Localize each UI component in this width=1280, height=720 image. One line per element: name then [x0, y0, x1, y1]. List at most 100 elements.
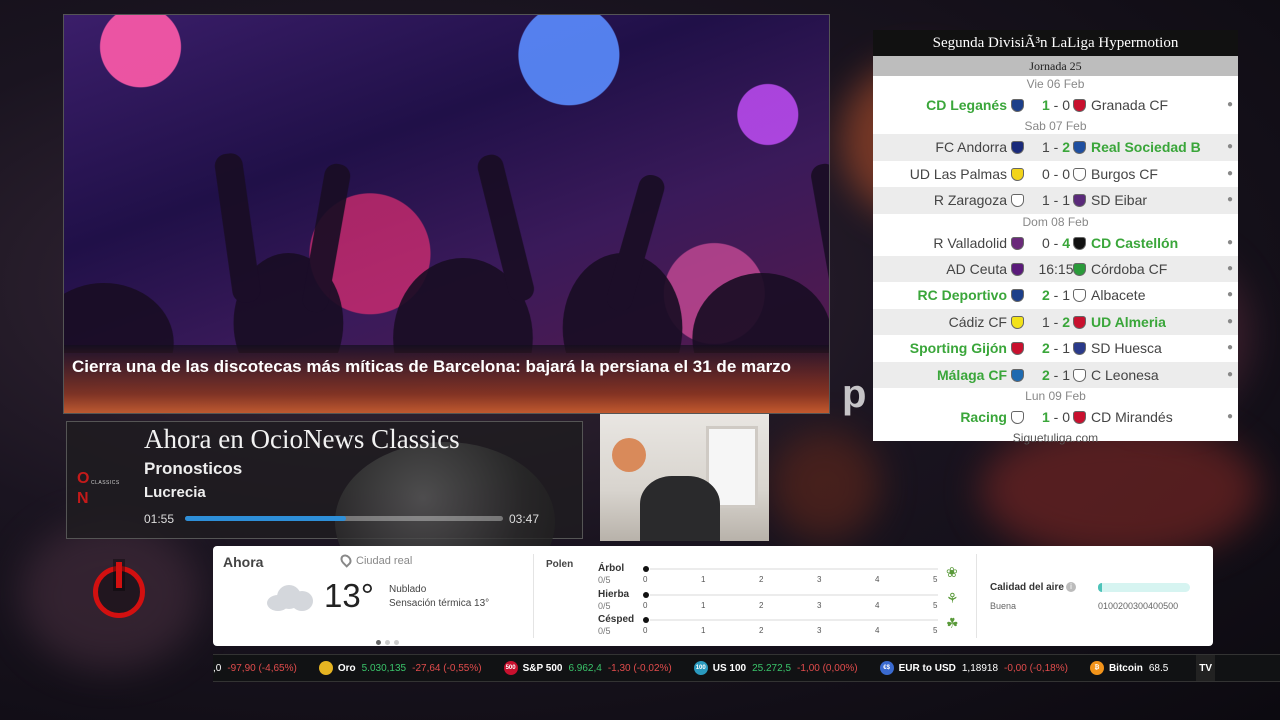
- background-letter: p: [842, 372, 867, 416]
- grass-icon: ☘: [946, 615, 959, 631]
- match-row[interactable]: UD Las Palmas 0 - 0 Burgos CF ●: [873, 161, 1238, 187]
- stadium-pin-icon[interactable]: ●: [1227, 309, 1233, 335]
- studio-chair: [640, 476, 720, 541]
- eurusd-icon: €$: [879, 661, 894, 676]
- weather-city[interactable]: Ciudad real: [356, 555, 412, 567]
- round-label: Jornada 25: [873, 56, 1238, 76]
- match-row[interactable]: R Valladolid 0 - 4 CD Castellón ●: [873, 230, 1238, 256]
- stadium-pin-icon[interactable]: ●: [1227, 230, 1233, 256]
- sp500-icon: 500: [503, 661, 518, 676]
- home-team: AD Ceuta: [946, 260, 1007, 277]
- stadium-pin-icon[interactable]: ●: [1227, 92, 1233, 118]
- laliga-results-table: Segunda DivisiÃ³n LaLiga Hypermotion Jor…: [873, 30, 1238, 445]
- progress-fill: [185, 516, 346, 521]
- home-team: R Valladolid: [933, 234, 1007, 251]
- pollen-tick: 0: [643, 600, 648, 610]
- stadium-pin-icon[interactable]: ●: [1227, 134, 1233, 160]
- stadium-pin-icon[interactable]: ●: [1227, 187, 1233, 213]
- match-date: Lun 09 Feb: [873, 387, 1238, 404]
- wall-decoration: [612, 438, 646, 472]
- stadium-pin-icon[interactable]: ●: [1227, 282, 1233, 308]
- match-row[interactable]: AD Ceuta 16:15 Córdoba CF ●: [873, 255, 1238, 283]
- pollen-tick: 5: [933, 626, 938, 635]
- away-crest-icon: [1073, 262, 1086, 276]
- source-link[interactable]: Siguetuliga.com: [873, 430, 1238, 446]
- away-team: C Leonesa: [1091, 366, 1159, 383]
- match-date: Vie 06 Feb: [873, 76, 1238, 92]
- pollen-tick: 3: [817, 575, 822, 584]
- bitcoin-icon: ₿: [1089, 661, 1104, 676]
- ticker-value: 5.030,135: [361, 663, 407, 674]
- duration: 03:47: [509, 512, 540, 526]
- home-crest-icon: [1011, 194, 1024, 208]
- stadium-pin-icon[interactable]: ●: [1227, 335, 1233, 361]
- hero-news-card[interactable]: Cierra una de las discotecas más míticas…: [63, 14, 830, 414]
- ticker-item[interactable]: ,0 -97,90 (-4,65%): [213, 655, 297, 681]
- pollen-row: Césped 0/5 0 1 2 3 4 5 ☘: [598, 614, 959, 636]
- ticker-item[interactable]: 100 US 100 25.272,5 -1,00 (0,00%): [693, 655, 858, 681]
- now-playing-host: Lucrecia: [144, 484, 206, 501]
- pollen-track: [650, 593, 938, 596]
- ticker-name: EUR to USD: [898, 663, 956, 674]
- home-team: Sporting Gijón: [909, 340, 1007, 357]
- air-quality-value: Buena: [990, 601, 1017, 611]
- away-team: CD Castellón: [1091, 234, 1179, 251]
- ocionews-classics-logo: O CLASSICS N: [77, 470, 120, 507]
- away-crest-icon: [1073, 236, 1086, 250]
- away-team: UD Almeria: [1091, 313, 1166, 330]
- away-team: Albacete: [1091, 287, 1146, 304]
- home-team: CD Leganés: [926, 97, 1007, 113]
- now-playing-show: Pronosticos: [144, 459, 243, 478]
- tree-icon: ❀: [946, 564, 958, 580]
- match-row[interactable]: R Zaragoza 1 - 1 SD Eibar ●: [873, 187, 1238, 214]
- pollen-tick: 0: [643, 575, 648, 584]
- air-quality-bar: [1098, 583, 1190, 592]
- info-icon[interactable]: i: [1066, 582, 1076, 592]
- divider: [976, 554, 977, 638]
- stadium-pin-icon[interactable]: ●: [1227, 161, 1233, 187]
- ticker-name: US 100: [712, 663, 747, 674]
- hero-headline[interactable]: Cierra una de las discotecas más míticas…: [64, 345, 829, 413]
- power-icon[interactable]: [93, 562, 145, 618]
- carousel-dots[interactable]: [376, 632, 403, 650]
- pollen-tick: 5: [933, 575, 938, 584]
- home-team: Cádiz CF: [948, 313, 1007, 330]
- air-quality-scale: 0100200300400500: [1098, 601, 1179, 611]
- ticker-change: -0,00 (-0,18%): [1004, 663, 1068, 674]
- pollen-tick: 3: [817, 626, 822, 635]
- match-row[interactable]: Sporting Gijón 2 - 1 SD Huesca ●: [873, 335, 1238, 361]
- stadium-pin-icon[interactable]: ●: [1227, 362, 1233, 388]
- crowd-silhouette-image: [64, 153, 829, 353]
- ticker-item[interactable]: ₿ Bitcoin 68.5: [1089, 655, 1174, 681]
- tradingview-badge[interactable]: TV: [1196, 655, 1216, 681]
- home-crest-icon: [1011, 236, 1024, 250]
- ticker-value: 6.962,4: [568, 663, 602, 674]
- home-team: FC Andorra: [935, 139, 1007, 156]
- ticker-item[interactable]: €$ EUR to USD 1,18918 -0,00 (-0,18%): [879, 655, 1068, 681]
- match-row[interactable]: Málaga CF 2 - 1C Leonesa ●: [873, 361, 1238, 388]
- now-playing-panel: O CLASSICS N Ahora en OcioNews Classics …: [66, 421, 583, 602]
- away-team: SD Huesca: [1091, 340, 1162, 357]
- pollen-tick: 4: [875, 600, 880, 610]
- match-row[interactable]: Cádiz CF 1 - 2 UD Almeria ●: [873, 308, 1238, 336]
- home-crest-icon: [1011, 167, 1024, 181]
- match-row[interactable]: RC Deportivo 2 - 1 Albacete ●: [873, 282, 1238, 308]
- home-team: R Zaragoza: [933, 192, 1007, 209]
- divider: [533, 554, 534, 638]
- pollen-tick: 4: [875, 626, 880, 635]
- away-team: Real Sociedad B: [1091, 139, 1201, 156]
- ticker-item[interactable]: Oro 5.030,135 -27,64 (-0,55%): [318, 655, 482, 681]
- stadium-pin-icon[interactable]: ●: [1227, 404, 1233, 430]
- ticker-change: -27,64 (-0,55%): [412, 663, 482, 674]
- match-row[interactable]: CD Leganés 1 - 0 Granada CF ●: [873, 92, 1238, 118]
- temperature: 13°: [324, 577, 374, 614]
- stadium-pin-icon[interactable]: ●: [1227, 256, 1233, 282]
- match-row[interactable]: FC Andorra 1 - 2 Real Sociedad B ●: [873, 134, 1238, 161]
- ticker-change: -1,00 (0,00%): [797, 663, 858, 674]
- ticker-item[interactable]: 500 S&P 500 6.962,4 -1,30 (-0,02%): [503, 655, 672, 681]
- pollen-track: [650, 568, 938, 570]
- current-time: 01:55: [144, 512, 175, 526]
- match-row[interactable]: Racing 1 - 0 CD Mirandés ●: [873, 404, 1238, 430]
- home-crest-icon: [1011, 289, 1024, 303]
- progress-bar[interactable]: [185, 516, 503, 521]
